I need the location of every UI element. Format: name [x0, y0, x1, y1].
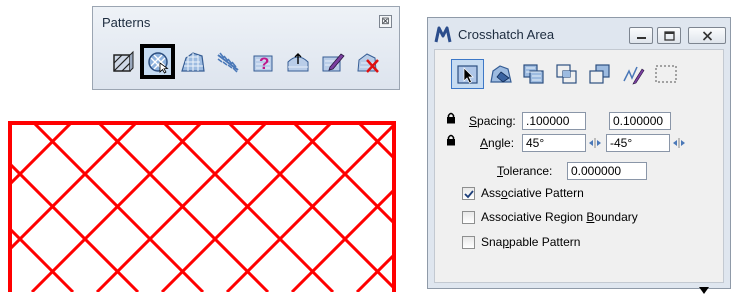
dialog-title: Crosshatch Area [458, 27, 555, 42]
close-icon[interactable]: ⊠ [379, 15, 392, 28]
difference-method-button[interactable] [583, 59, 616, 89]
tolerance-label: Tolerance: [497, 164, 553, 178]
spacing-field-1[interactable]: .100000 [522, 112, 586, 130]
maximize-button[interactable] [657, 27, 681, 44]
match-pattern-attributes-icon [287, 52, 308, 71]
tolerance-row: Tolerance: 0.000000 [497, 162, 647, 180]
close-button[interactable] [688, 27, 726, 44]
associative-pattern-checkbox[interactable] [462, 186, 475, 200]
delete-pattern-icon [356, 52, 379, 73]
pattern-area-icon [180, 51, 205, 72]
associative-region-boundary-option[interactable]: Associative Region Boundary [462, 210, 638, 224]
union-method-icon [522, 64, 544, 84]
delete-pattern-tool[interactable] [350, 44, 385, 79]
associative-pattern-option[interactable]: Associative Pattern [462, 186, 584, 200]
spacing-lock-icon[interactable] [446, 112, 456, 124]
snappable-pattern-label: Snappable Pattern [481, 235, 581, 249]
points-method-icon [622, 66, 644, 85]
expand-options-icon[interactable] [699, 287, 709, 294]
flood-method-icon [489, 65, 512, 83]
crosshatch-area-dialog: Crosshatch Area Spacing: .100000 0.10000… [427, 17, 731, 294]
minimize-button[interactable] [629, 27, 653, 44]
hatch-line-45 [10, 226, 75, 292]
spinner-arrows-icon [673, 138, 685, 148]
spacing-field-2[interactable]: 0.100000 [609, 112, 671, 130]
close-icon [702, 31, 713, 41]
snappable-pattern-checkbox[interactable] [462, 235, 475, 249]
dialog-client-area: Spacing: .100000 0.100000 Angle: 45° -45… [434, 49, 724, 294]
intersection-method-button[interactable] [550, 59, 583, 89]
svg-text:?: ? [259, 54, 269, 73]
change-pattern-icon [322, 52, 345, 71]
patterns-toolbox: Patterns ⊠ ? [92, 6, 400, 90]
checkmark-icon [464, 189, 474, 198]
maximize-icon [664, 31, 675, 41]
pattern-area-tool[interactable] [175, 44, 210, 79]
match-pattern-attributes-tool[interactable] [280, 44, 315, 79]
spacing-label: Spacing: [469, 114, 516, 128]
element-method-icon [456, 65, 478, 84]
angle-field-1[interactable]: 45° [522, 134, 586, 152]
angle-field-2[interactable]: -45° [606, 134, 670, 152]
hatch-area-icon [112, 50, 133, 72]
intersection-method-icon [555, 64, 577, 84]
microstation-m-icon [434, 26, 452, 43]
change-pattern-tool[interactable] [315, 44, 350, 79]
fence-method-icon [655, 65, 676, 83]
crosshatch-area-icon [147, 51, 169, 74]
flood-method-button[interactable] [484, 59, 517, 89]
associative-region-boundary-label: Associative Region Boundary [481, 210, 638, 224]
angle-lock-icon[interactable] [446, 134, 456, 146]
associative-region-boundary-checkbox[interactable] [462, 210, 475, 224]
linear-pattern-icon [216, 52, 239, 73]
angle-row: Angle: 45° -45° [480, 134, 685, 152]
spacing-row: Spacing: .100000 0.100000 [469, 112, 671, 130]
minimize-icon [637, 37, 646, 39]
points-method-button[interactable] [616, 59, 649, 89]
element-method-button[interactable] [451, 59, 484, 89]
associative-pattern-label: Associative Pattern [481, 186, 584, 200]
spinner-arrows-icon [589, 138, 601, 148]
fence-method-button[interactable] [649, 59, 682, 89]
angle-spinner-1[interactable] [589, 135, 601, 151]
show-pattern-attributes-icon: ? [253, 54, 272, 73]
snappable-pattern-option[interactable]: Snappable Pattern [462, 235, 580, 249]
angle-spinner-2[interactable] [673, 135, 685, 151]
spacing-label-rest: pacing: [477, 114, 516, 128]
tolerance-field[interactable]: 0.000000 [567, 162, 647, 180]
method-tool-row [451, 59, 682, 89]
patterns-toolbox-title: Patterns [102, 15, 151, 30]
show-pattern-attributes-tool[interactable]: ? [245, 44, 280, 79]
hatch-area-tool[interactable] [105, 44, 140, 79]
crosshatch-area-tool[interactable] [140, 44, 175, 79]
linear-pattern-tool[interactable] [210, 44, 245, 79]
angle-label: Angle: [480, 136, 515, 150]
crosshatch-preview [8, 121, 396, 292]
union-method-button[interactable] [517, 59, 550, 89]
preview-boundary [8, 121, 396, 292]
patterns-tool-row: ? [105, 44, 385, 79]
difference-method-icon [588, 64, 610, 84]
hatch-line-neg45 [10, 123, 74, 187]
